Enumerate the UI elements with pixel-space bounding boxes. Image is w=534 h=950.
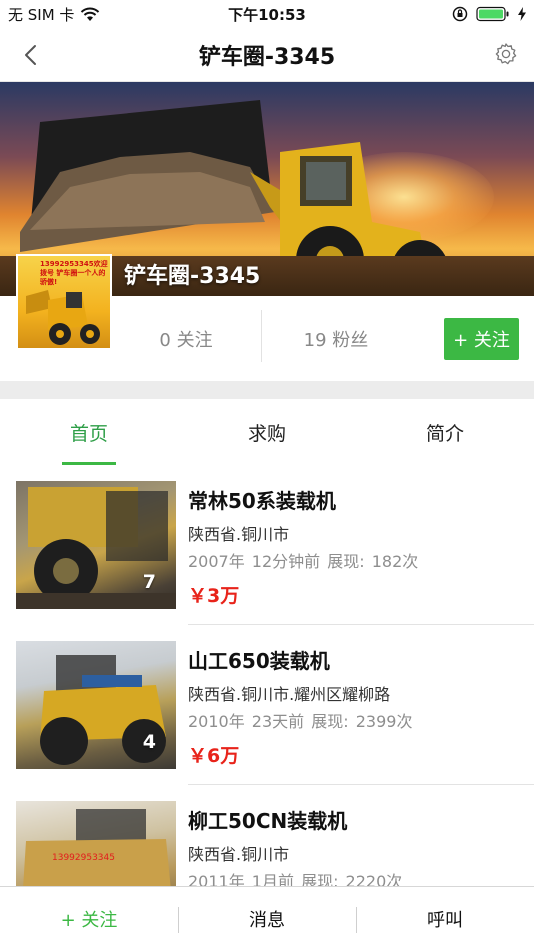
list-item[interactable]: 4 山工650装载机 陕西省.铜川市.耀州区耀柳路 2010年 23天前 展现:…: [0, 625, 534, 785]
status-right: [452, 6, 526, 22]
charging-icon: [518, 7, 526, 21]
bottom-action-bar: + 关注 消息 呼叫: [0, 886, 534, 950]
list-item[interactable]: 7 常林50系装载机 陕西省.铜川市 2007年 12分钟前 展现: 182次 …: [0, 465, 534, 625]
profile-stats: 0 关注 19 粉丝 + 关注: [0, 306, 534, 374]
banner-username: 铲车圈-3345: [124, 264, 261, 289]
tab-intro[interactable]: 简介: [356, 399, 534, 465]
listing-title: 山工650装载机: [188, 649, 330, 673]
listing-photo: 7: [16, 481, 176, 609]
nav-bar: 铲车圈-3345: [0, 28, 534, 82]
tab-home[interactable]: 首页: [0, 399, 178, 465]
tab-bar: 首页 求购 简介: [0, 399, 534, 465]
photo-count: 7: [142, 571, 156, 593]
follow-count[interactable]: 0 关注: [130, 326, 242, 352]
page-title: 铲车圈-3345: [198, 44, 336, 70]
listing-location: 陕西省.铜川市: [188, 525, 290, 544]
fans-count[interactable]: 19 粉丝: [280, 326, 392, 352]
orientation-lock-icon: [452, 6, 468, 22]
status-bar: 无 SIM 卡 下午10:53: [0, 0, 534, 28]
listing-title: 常林50系装载机: [188, 489, 336, 513]
bottom-follow-button[interactable]: + 关注: [0, 887, 178, 950]
listing-meta: 2007年 12分钟前 展现: 182次: [188, 552, 419, 571]
back-icon[interactable]: [18, 40, 46, 70]
section-divider: [0, 381, 534, 399]
follow-button[interactable]: + 关注: [444, 318, 519, 360]
listing-list: 7 常林50系装载机 陕西省.铜川市 2007年 12分钟前 展现: 182次 …: [0, 465, 534, 945]
battery-icon: [476, 6, 509, 22]
stats-divider: [261, 310, 262, 362]
photo-count: 4: [142, 731, 156, 753]
listing-price: ￥6万: [188, 745, 240, 767]
listing-title: 柳工50CN装载机: [188, 809, 348, 833]
listing-location: 陕西省.铜川市.耀州区耀柳路: [188, 685, 391, 704]
call-button[interactable]: 呼叫: [356, 887, 534, 950]
tab-buy-requests[interactable]: 求购: [178, 399, 356, 465]
tab-home-label: 首页: [69, 422, 108, 445]
tab-intro-label: 简介: [425, 422, 464, 445]
photo-watermark: 13992953345: [52, 853, 115, 863]
listing-meta: 2010年 23天前 展现: 2399次: [188, 712, 413, 731]
tab-buy-requests-label: 求购: [247, 422, 286, 445]
listing-location: 陕西省.铜川市: [188, 845, 290, 864]
listing-price: ￥3万: [188, 585, 240, 607]
listing-photo: 4: [16, 641, 176, 769]
message-button[interactable]: 消息: [178, 887, 356, 950]
gear-icon[interactable]: [494, 42, 518, 66]
